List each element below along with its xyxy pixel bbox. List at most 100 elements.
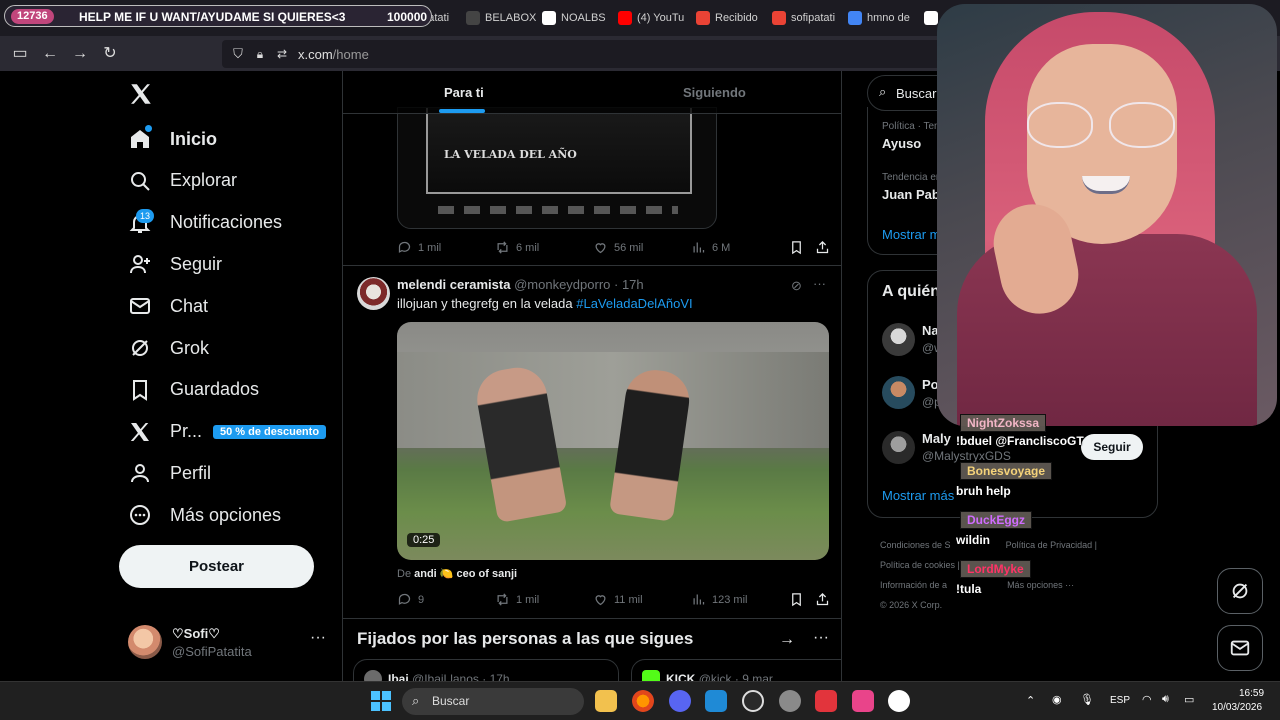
more-dots-icon[interactable]: ···: [310, 629, 326, 647]
clock-date[interactable]: 10/03/2026: [1212, 702, 1262, 713]
messages-floating-button[interactable]: [1217, 625, 1263, 671]
sidebar-item-seguir[interactable]: Seguir: [128, 244, 222, 284]
app-icon[interactable]: [888, 690, 910, 712]
x-logo-icon: [130, 422, 149, 441]
sidebar-item-más-opciones[interactable]: Más opciones: [128, 495, 281, 535]
app-icon[interactable]: [852, 690, 874, 712]
x-logo-icon[interactable]: [128, 81, 154, 107]
tab-favicon-icon: [772, 11, 786, 25]
address-bar[interactable]: ⛉ 🔒︎ ⇄ x.com/home: [222, 40, 942, 68]
browser-tab[interactable]: NOALBS: [542, 8, 606, 28]
chevron-up-icon[interactable]: ⌃: [1026, 694, 1035, 707]
webcam-glasses: [1027, 102, 1177, 150]
discord-tray-icon[interactable]: ◉: [1052, 693, 1062, 706]
sidebar-item-pr[interactable]: Pr...: [128, 412, 202, 452]
footer-link[interactable]: Condiciones de S: [880, 540, 951, 550]
avatar[interactable]: [882, 376, 915, 409]
browser-tab[interactable]: sofipatati: [772, 8, 835, 28]
forward-arrow-icon[interactable]: →: [70, 44, 90, 64]
clock-time[interactable]: 16:59: [1239, 688, 1264, 699]
browser-tab[interactable]: hmno de: [848, 8, 910, 28]
chat-username: DuckEggz: [960, 511, 1033, 529]
wifi-icon[interactable]: ◠: [1142, 693, 1152, 706]
grok-icon[interactable]: ⊘: [791, 278, 802, 294]
account-switcher[interactable]: ♡Sofi♡ @SofiPatatita ···: [128, 623, 328, 663]
sidebar-item-inicio[interactable]: Inicio: [128, 119, 217, 159]
settings-gear-icon[interactable]: [779, 690, 801, 712]
discord-icon[interactable]: [669, 690, 691, 712]
sidebar-item-perfil[interactable]: Perfil: [128, 453, 211, 493]
browser-tab[interactable]: (4) YouTu: [618, 8, 684, 28]
active-tab-indicator: [439, 109, 485, 113]
tweet-actions: 9 1 mil 11 mil 123 mil: [397, 592, 830, 610]
grok-floating-button[interactable]: [1217, 568, 1263, 614]
like-button[interactable]: 56 mil: [593, 240, 643, 255]
footer-link[interactable]: Política de cookies: [880, 560, 955, 570]
bookmark-button[interactable]: [789, 240, 804, 255]
sidebar-item-notificaciones[interactable]: Notificaciones: [128, 203, 282, 243]
who-to-follow-show-more[interactable]: Mostrar más: [882, 488, 954, 503]
bookmark-icon: [133, 379, 147, 401]
volume-icon[interactable]: 🔊︎: [1162, 693, 1169, 706]
event-poster-image[interactable]: LA VELADA DEL AÑO: [397, 107, 717, 229]
sidebar-item-explorar[interactable]: Explorar: [128, 161, 237, 201]
chat-username: LordMyke: [960, 560, 1031, 578]
pinned-section-title: Fijados por las personas a las que sigue…: [357, 629, 694, 648]
post-button[interactable]: Postear: [119, 545, 314, 588]
sidebar-item-chat[interactable]: Chat: [128, 286, 208, 326]
pinned-card[interactable]: KICK @kick · 9 mar: [631, 659, 841, 681]
tweet-time[interactable]: · 17h: [614, 277, 644, 292]
tweet-author-handle[interactable]: @monkeydporro: [514, 277, 610, 292]
chat-username: Bonesvoyage: [960, 462, 1053, 480]
recording-app-icon[interactable]: [815, 690, 837, 712]
avatar[interactable]: [882, 323, 915, 356]
reply-button[interactable]: 9: [397, 592, 424, 607]
arrow-right-icon[interactable]: →: [779, 631, 795, 649]
avatar[interactable]: [882, 431, 915, 464]
repost-button[interactable]: 6 mil: [495, 240, 539, 255]
file-explorer-icon[interactable]: [595, 690, 617, 712]
share-button[interactable]: [815, 592, 830, 607]
sidebar-item-guardados[interactable]: Guardados: [128, 370, 259, 410]
photos-icon[interactable]: [705, 690, 727, 712]
browser-tab[interactable]: Recibido: [696, 8, 758, 28]
taskbar-search[interactable]: ⌕ Buscar: [402, 688, 584, 715]
repost-button[interactable]: 1 mil: [495, 592, 539, 607]
back-arrow-icon[interactable]: ←: [40, 44, 60, 64]
tweet-avatar[interactable]: [357, 277, 390, 310]
share-button[interactable]: [815, 240, 830, 255]
tab-label: (4) YouTu: [637, 12, 685, 24]
permissions-icon[interactable]: ⇄: [272, 44, 292, 64]
pinned-card[interactable]: Ibai @IbaiLlanos · 17h: [353, 659, 619, 681]
more-dots-icon[interactable]: ···: [813, 276, 826, 291]
views-button[interactable]: 123 mil: [691, 592, 747, 607]
timeline: Para ti Siguiendo LA VELADA DEL AÑO 1 mi…: [342, 71, 842, 681]
sidebar-item-grok[interactable]: Grok: [128, 328, 209, 368]
tab-para-ti[interactable]: Para ti: [444, 85, 484, 100]
bookmark-button[interactable]: [789, 592, 804, 607]
reply-button[interactable]: 1 mil: [397, 240, 441, 255]
premium-discount-badge[interactable]: 50 % de descuento: [213, 425, 327, 439]
firefox-icon[interactable]: [632, 690, 654, 712]
sidebar-toggle-icon[interactable]: ▭: [10, 44, 30, 64]
like-button[interactable]: 11 mil: [593, 592, 643, 607]
suggested-user-name[interactable]: Maly: [922, 431, 951, 446]
reload-icon[interactable]: ↻: [100, 44, 120, 64]
hashtag-link[interactable]: #LaVeladaDelAñoVI: [576, 296, 692, 311]
browser-tab[interactable]: BELABOX clo: [466, 8, 536, 28]
source-user-link[interactable]: andi 🍋 ceo of sanji: [414, 568, 517, 580]
footer-link[interactable]: Información de a: [880, 580, 947, 590]
lock-icon[interactable]: 🔒︎: [250, 44, 270, 64]
trend-item[interactable]: Ayuso: [882, 136, 921, 151]
more-dots-icon[interactable]: ···: [813, 629, 829, 647]
tab-siguiendo[interactable]: Siguiendo: [683, 85, 746, 100]
obs-icon[interactable]: [742, 690, 764, 712]
battery-icon[interactable]: ▭: [1184, 693, 1194, 706]
shield-icon[interactable]: ⛉: [228, 44, 248, 64]
tweet-video[interactable]: 0:25: [397, 322, 829, 560]
tweet-author-name[interactable]: melendi ceramista: [397, 277, 510, 292]
views-button[interactable]: 6 M: [691, 240, 730, 255]
windows-start-icon[interactable]: [371, 691, 391, 711]
microphone-icon[interactable]: 🎙︎: [1080, 693, 1094, 706]
language-indicator[interactable]: ESP: [1110, 695, 1130, 706]
